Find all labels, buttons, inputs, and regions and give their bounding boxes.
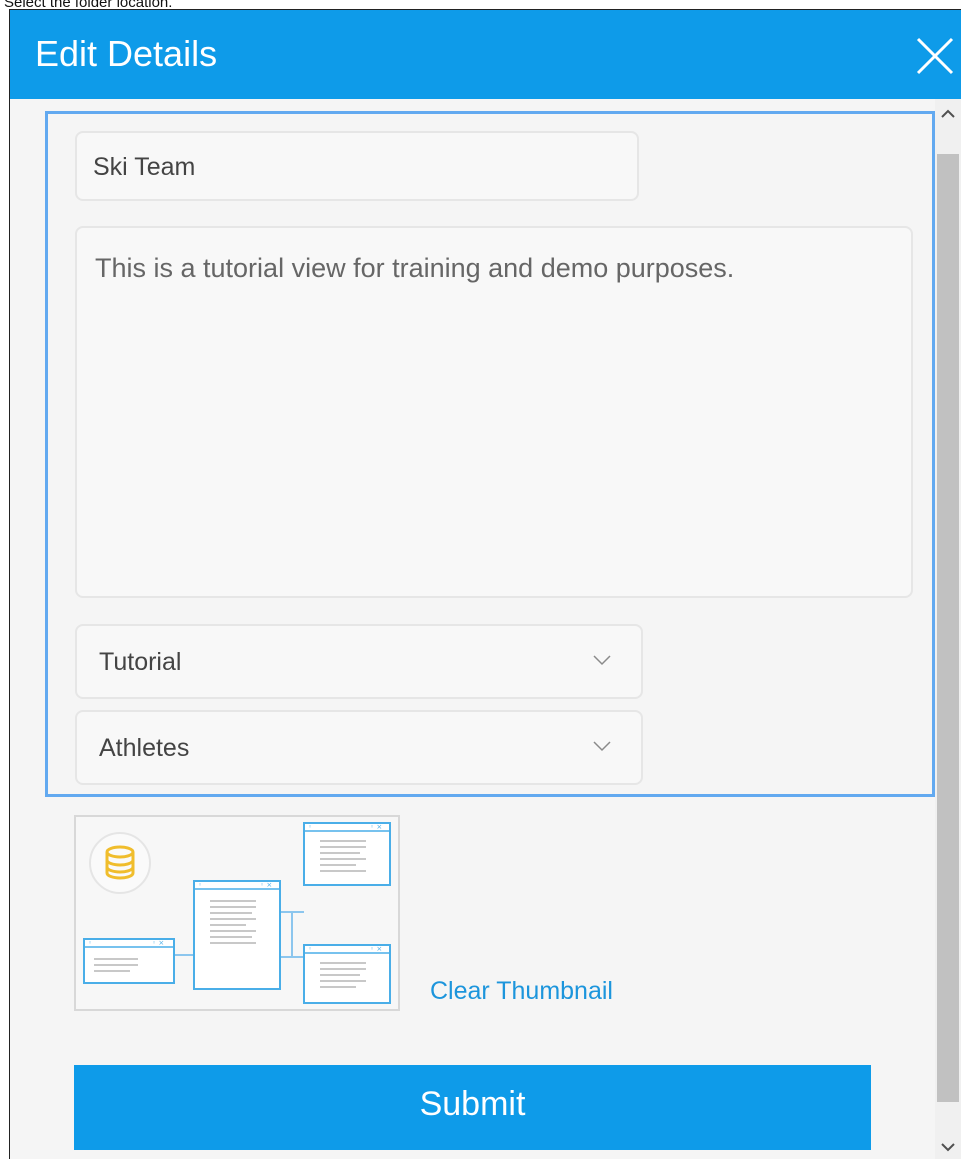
chevron-down-icon bbox=[593, 741, 611, 752]
svg-text:◦ ×: ◦ × bbox=[370, 945, 382, 953]
dialog-body: Ski Team This is a tutorial view for tra… bbox=[10, 99, 961, 1159]
name-field[interactable]: Ski Team bbox=[75, 131, 639, 201]
svg-text:◦: ◦ bbox=[198, 881, 202, 889]
folder-select[interactable]: Tutorial bbox=[75, 624, 643, 699]
thumbnail-diagram-image: ◦ ◦ × ◦ ◦ × ◦ ◦ × ◦ ◦ × bbox=[83, 822, 391, 1004]
scrollbar[interactable] bbox=[935, 99, 961, 1159]
dialog-title: Edit Details bbox=[35, 33, 218, 74]
subfolder-select-value: Athletes bbox=[99, 734, 190, 762]
close-icon bbox=[916, 37, 954, 75]
svg-text:◦ ×: ◦ × bbox=[370, 823, 382, 831]
folder-select-value: Tutorial bbox=[99, 648, 182, 676]
svg-text:◦: ◦ bbox=[308, 945, 312, 953]
clear-thumbnail-link[interactable]: Clear Thumbnail bbox=[430, 977, 613, 1006]
dialog-header: Edit Details bbox=[10, 10, 961, 99]
description-field[interactable]: This is a tutorial view for training and… bbox=[75, 226, 913, 598]
svg-text:◦: ◦ bbox=[308, 823, 312, 831]
subfolder-select[interactable]: Athletes bbox=[75, 710, 643, 785]
svg-text:◦ ×: ◦ × bbox=[152, 939, 164, 947]
close-button[interactable] bbox=[915, 36, 955, 76]
edit-details-dialog: Edit Details Ski Team This is a tutorial… bbox=[9, 9, 961, 1159]
view-thumbnail: ◦ ◦ × ◦ ◦ × ◦ ◦ × ◦ ◦ × bbox=[74, 815, 400, 1011]
scroll-down-icon[interactable] bbox=[939, 1138, 957, 1156]
chevron-down-icon bbox=[593, 655, 611, 666]
svg-text:◦: ◦ bbox=[88, 939, 92, 947]
scrollbar-thumb[interactable] bbox=[937, 154, 959, 1102]
svg-text:◦ ×: ◦ × bbox=[260, 881, 272, 889]
scroll-up-icon[interactable] bbox=[939, 105, 957, 123]
details-form: Ski Team This is a tutorial view for tra… bbox=[45, 111, 935, 797]
submit-button[interactable]: Submit bbox=[74, 1065, 871, 1150]
